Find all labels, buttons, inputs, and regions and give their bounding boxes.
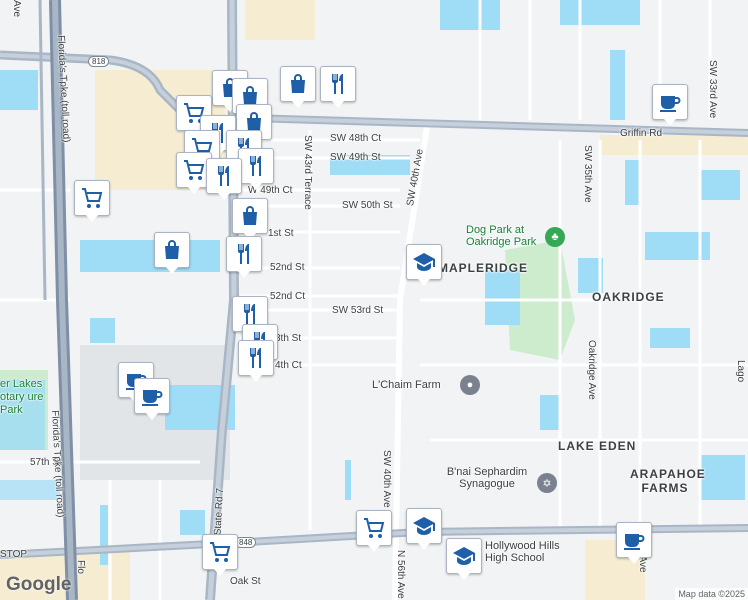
school-poi-marker[interactable] — [406, 508, 442, 550]
restaurant-icon — [238, 302, 262, 326]
canal — [345, 460, 351, 500]
restaurant-icon — [244, 154, 268, 178]
shopping-cart-poi-marker[interactable] — [356, 510, 392, 552]
canal — [610, 50, 625, 120]
restaurant-icon — [212, 164, 236, 188]
lake — [0, 70, 38, 110]
coffee-poi-marker[interactable] — [616, 522, 652, 564]
street-label-51st-st: 1st St — [268, 228, 294, 239]
street-label-florida-turnpike-south: Flo — [75, 560, 86, 574]
shopping-bag-poi-marker[interactable] — [232, 198, 268, 240]
school-icon — [452, 544, 476, 568]
lake — [485, 270, 520, 325]
restaurant-poi-marker[interactable] — [226, 236, 262, 278]
commercial-area — [245, 0, 315, 40]
street-label-oakridge-ave: Oakridge Ave — [586, 340, 597, 400]
school-icon — [412, 250, 436, 274]
shopping-cart-icon — [208, 540, 232, 564]
school-poi-marker[interactable] — [446, 538, 482, 580]
shopping-bag-icon — [286, 72, 310, 96]
coffee-icon — [622, 528, 646, 552]
street-label-sw-33rd-ave: SW 33rd Ave — [707, 60, 718, 119]
street-label-griffin-rd: Griffin Rd — [620, 128, 663, 139]
place-stop: STOP — [0, 549, 28, 560]
lake — [700, 455, 745, 500]
park-marker-icon[interactable]: ♣ — [545, 227, 565, 247]
canal — [560, 0, 640, 25]
canal — [625, 160, 640, 205]
coffee-icon — [658, 90, 682, 114]
restaurant-icon — [326, 72, 350, 96]
neighborhood-lake-eden: LAKE EDEN — [558, 439, 637, 453]
street-label-n-56th-ave: N 56th Ave — [395, 550, 406, 599]
coffee-poi-marker[interactable] — [652, 84, 688, 126]
lake — [540, 395, 560, 430]
restaurant-poi-marker[interactable] — [238, 148, 274, 190]
shopping-bag-poi-marker[interactable] — [154, 232, 190, 274]
google-logo: Google — [6, 574, 72, 595]
route-shield-848: 848 — [235, 537, 257, 548]
shopping-bag-poi-marker[interactable] — [280, 66, 316, 108]
map-canvas[interactable]: SW 48th Ct SW 49th St W 49th Ct SW 50th … — [0, 0, 748, 600]
place-bnai-sephardim[interactable]: B'nai Sephardim Synagogue — [432, 466, 542, 490]
shopping-bag-icon — [160, 238, 184, 262]
street-label-sw-43rd-terrace: SW 43rd Terrace — [302, 135, 313, 210]
shopping-bag-icon — [238, 204, 262, 228]
lake — [180, 510, 205, 535]
street-label-sw-40th-ave-south: SW 40th Ave — [381, 450, 392, 508]
lake — [700, 170, 740, 200]
school-icon — [412, 514, 436, 538]
canal — [440, 0, 500, 30]
neighborhood-oakridge: OAKRIDGE — [592, 290, 665, 304]
restaurant-icon — [244, 346, 268, 370]
lake — [80, 240, 220, 272]
restaurant-poi-marker[interactable] — [320, 66, 356, 108]
neighborhood-arapahoe-farms: ARAPAHOE FARMS — [630, 467, 706, 495]
shopping-cart-poi-marker[interactable] — [202, 534, 238, 576]
route-shield-818: 818 — [88, 56, 110, 67]
shopping-cart-icon — [182, 158, 206, 182]
worship-marker-icon[interactable]: ✡ — [537, 473, 557, 493]
lake — [90, 318, 115, 343]
neighborhood-mapleridge: MAPLERIDGE — [438, 261, 529, 275]
lake — [650, 328, 690, 348]
shopping-cart-icon — [362, 516, 386, 540]
place-nature-park[interactable]: er Lakes otary ure Park — [0, 378, 50, 417]
street-label-52nd-st: 52nd St — [270, 262, 305, 273]
canal — [100, 505, 108, 565]
restaurant-icon — [232, 242, 256, 266]
place-dog-park[interactable]: Dog Park at Oakridge Park — [466, 224, 546, 248]
shopping-cart-icon — [80, 186, 104, 210]
place-marker-icon[interactable]: ● — [460, 375, 480, 395]
coffee-icon — [140, 384, 164, 408]
restaurant-poi-marker[interactable] — [238, 340, 274, 382]
street-label-sw-49th-st: SW 49th St — [330, 152, 381, 163]
restaurant-poi-marker[interactable] — [206, 158, 242, 200]
street-label-54th-ct: 4th Ct — [275, 360, 302, 371]
map-attribution[interactable]: Map data ©2025 — [675, 588, 748, 600]
shopping-cart-poi-marker[interactable] — [74, 180, 110, 222]
street-label-lago: Lago — [735, 360, 746, 383]
street-label-oak-st: Oak St — [230, 576, 261, 587]
street-label-ave: Ave — [11, 0, 22, 18]
street-label-52nd-ct: 52nd Ct — [270, 291, 306, 302]
street-label-sw-48th-ct: SW 48th Ct — [330, 133, 382, 144]
place-lchaim-farm[interactable]: L'Chaim Farm — [372, 379, 441, 391]
street-label-53rd-st: 3th St — [275, 333, 302, 344]
coffee-poi-marker[interactable] — [134, 378, 170, 420]
school-poi-marker[interactable] — [406, 244, 442, 286]
street-label-sw-53rd-st: SW 53rd St — [332, 305, 384, 316]
street-label-sw-50th-st: SW 50th St — [342, 200, 393, 211]
street-label-sw-35th-ave: SW 35th Ave — [582, 145, 593, 203]
lake — [0, 480, 60, 500]
place-hollywood-hills-hs[interactable]: Hollywood Hills High School — [485, 540, 585, 564]
